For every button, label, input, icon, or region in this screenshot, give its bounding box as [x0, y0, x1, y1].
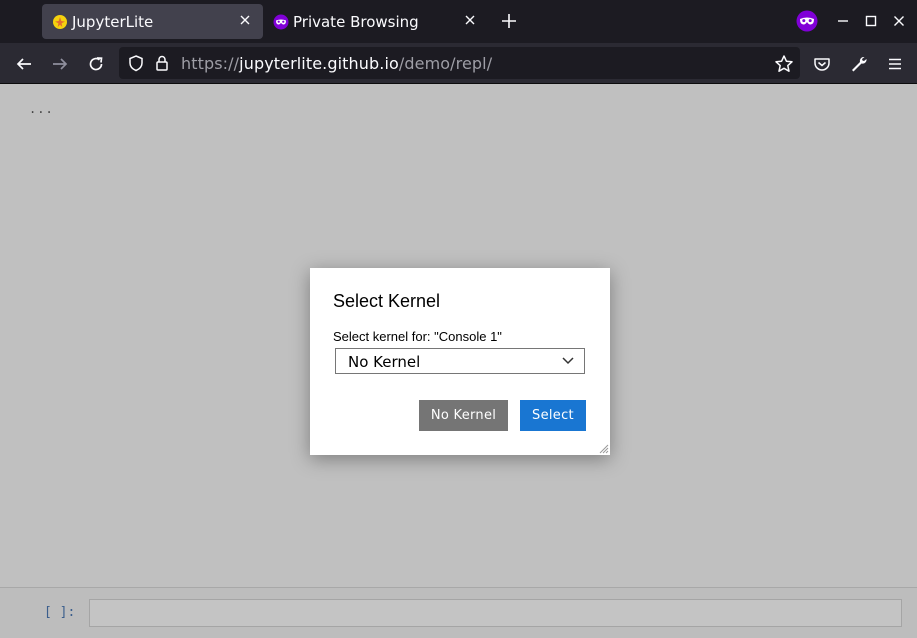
url-text[interactable]: https://jupyterlite.github.io/demo/repl/ — [181, 54, 492, 73]
no-kernel-button[interactable]: No Kernel — [419, 400, 508, 431]
chevron-down-icon — [562, 357, 574, 365]
reload-icon[interactable] — [86, 54, 106, 74]
console-input-field[interactable] — [89, 599, 902, 627]
loading-ellipsis: ... — [29, 102, 54, 116]
console-input-area: [ ]: — [0, 587, 917, 638]
jupyterlite-logo-icon — [53, 15, 67, 29]
close-tab-icon[interactable] — [462, 12, 478, 28]
bookmark-star-icon[interactable] — [774, 54, 794, 74]
close-window-icon[interactable] — [890, 12, 908, 30]
back-arrow-icon[interactable] — [14, 54, 34, 74]
url-host: jupyterlite.github.io — [239, 54, 399, 73]
console-prompt: [ ]: — [44, 605, 76, 620]
tab-jupyterlite[interactable]: JupyterLite — [42, 4, 263, 39]
address-bar[interactable]: https://jupyterlite.github.io/demo/repl/ — [119, 47, 800, 79]
forward-arrow-icon[interactable] — [50, 54, 70, 74]
new-tab-plus-icon[interactable] — [500, 12, 518, 30]
select-button[interactable]: Select — [520, 400, 586, 431]
tab-title: Private Browsing — [293, 13, 419, 31]
tab-title: JupyterLite — [72, 13, 154, 31]
close-tab-icon[interactable] — [237, 12, 253, 28]
pocket-icon[interactable] — [812, 54, 832, 74]
kernel-select[interactable]: No Kernel — [335, 348, 585, 374]
private-browsing-mask-icon — [273, 14, 289, 30]
dialog-title: Select Kernel — [333, 291, 441, 311]
select-kernel-dialog: Select Kernel Select kernel for: "Consol… — [310, 268, 610, 455]
shield-tracking-protection-icon[interactable] — [127, 54, 145, 72]
url-path: /demo/repl/ — [398, 54, 493, 73]
resize-grip-icon[interactable] — [598, 443, 609, 454]
kernel-select-value: No Kernel — [348, 353, 421, 371]
hamburger-menu-icon[interactable] — [885, 54, 905, 74]
tab-strip: JupyterLite Private Browsing — [0, 0, 917, 43]
url-scheme: https:// — [181, 54, 240, 73]
minimize-window-icon[interactable] — [834, 12, 852, 30]
maximize-window-icon[interactable] — [862, 12, 880, 30]
dialog-label: Select kernel for: "Console 1" — [333, 329, 502, 344]
tab-private-browsing[interactable]: Private Browsing — [263, 4, 488, 39]
wrench-devtools-icon[interactable] — [849, 54, 869, 74]
private-browsing-indicator-icon — [796, 10, 818, 32]
navigation-toolbar: https://jupyterlite.github.io/demo/repl/ — [0, 43, 917, 84]
lock-icon[interactable] — [153, 54, 171, 72]
